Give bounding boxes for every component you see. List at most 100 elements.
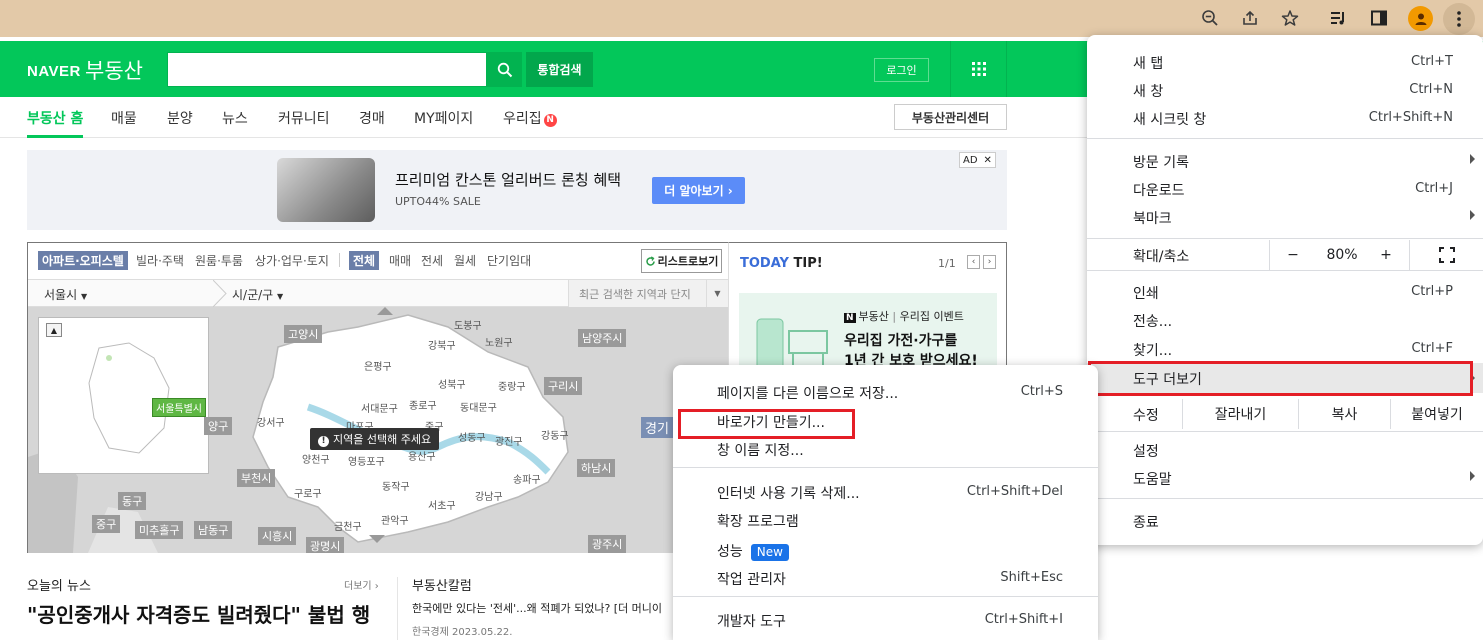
ad-banner[interactable]: 프리미엄 칸스톤 얼리버드 론칭 혜택 UPTO44% SALE 더 알아보기 … — [27, 150, 1007, 230]
menu-item-find[interactable]: 찾기... Ctrl+F — [1087, 335, 1483, 363]
zoom-out-button[interactable]: − — [1270, 240, 1316, 270]
region-label[interactable]: 미추홀구 — [135, 521, 184, 539]
submenu-item-task-manager[interactable]: 작업 관리자 Shift+Esc — [673, 564, 1098, 592]
nav-item-home[interactable]: 부동산 홈 — [27, 108, 83, 128]
recent-search-dropdown[interactable]: 최근 검색한 지역과 단지 ▼ — [568, 280, 728, 307]
region-label[interactable]: 부천시 — [237, 469, 276, 487]
region-label[interactable]: 고양시 — [284, 325, 323, 343]
district-label[interactable]: 송파구 — [513, 471, 541, 486]
district-label[interactable]: 용산구 — [408, 448, 436, 463]
apps-grid-button[interactable] — [950, 41, 1007, 97]
login-button[interactable]: 로그인 — [874, 58, 929, 82]
realestate-logo[interactable]: 부동산 — [85, 55, 143, 85]
gu-select[interactable]: 시/군/구 ▼ — [232, 286, 283, 303]
chrome-menu-button[interactable] — [1443, 3, 1475, 35]
tab-deal-short[interactable]: 단기임대 — [487, 252, 531, 269]
district-label[interactable]: 중랑구 — [498, 378, 526, 393]
menu-item-downloads[interactable]: 다운로드 Ctrl+J — [1087, 175, 1483, 203]
ad-cta-button[interactable]: 더 알아보기 › — [652, 177, 745, 204]
region-label[interactable]: 하남시 — [577, 459, 616, 477]
menu-item-settings[interactable]: 설정 — [1087, 436, 1483, 464]
tab-deal-sale[interactable]: 매매 — [389, 252, 411, 269]
district-label[interactable]: 동작구 — [382, 478, 410, 493]
tip-prev-button[interactable]: ‹ — [967, 255, 980, 269]
district-label[interactable]: 성북구 — [438, 376, 466, 391]
tip-next-button[interactable]: › — [983, 255, 996, 269]
fullscreen-button[interactable] — [1410, 240, 1483, 270]
submenu-item-save-as[interactable]: 페이지를 다른 이름으로 저장... Ctrl+S — [673, 378, 1098, 406]
district-label[interactable]: 도봉구 — [454, 317, 482, 332]
district-label[interactable]: 노원구 — [485, 334, 513, 349]
submenu-item-dev-tools[interactable]: 개발자 도구 Ctrl+Shift+I — [673, 606, 1098, 634]
menu-item-print[interactable]: 인쇄 Ctrl+P — [1087, 278, 1483, 306]
realestate-mgmt-button[interactable]: 부동산관리센터 — [894, 104, 1007, 130]
paste-button[interactable]: 붙여넣기 — [1390, 399, 1483, 429]
nav-item-listings[interactable]: 매물 — [111, 108, 137, 128]
side-panel-icon[interactable] — [1366, 5, 1392, 31]
map-canvas[interactable]: ▲ 서울특별시 고양시 남양주시 구리시 하남시 부천시 양구 동구 중구 미추… — [28, 307, 728, 553]
city-select[interactable]: 서울시 ▼ — [44, 286, 87, 303]
district-label[interactable]: 은평구 — [364, 358, 392, 373]
zoom-in-button[interactable]: + — [1368, 240, 1404, 270]
tab-deal-jeonse[interactable]: 전세 — [421, 252, 443, 269]
menu-item-new-window[interactable]: 새 창 Ctrl+N — [1087, 76, 1483, 104]
menu-item-new-tab[interactable]: 새 탭 Ctrl+T — [1087, 48, 1483, 76]
media-playlist-icon[interactable] — [1325, 5, 1351, 31]
search-button[interactable] — [487, 52, 522, 87]
menu-item-history[interactable]: 방문 기록 — [1087, 147, 1483, 175]
region-label[interactable]: 광주시 — [588, 535, 627, 553]
ad-close-icon[interactable]: ✕ — [984, 155, 992, 166]
zoom-icon[interactable] — [1197, 5, 1223, 31]
nav-item-mypage[interactable]: MY페이지 — [414, 108, 473, 128]
region-label[interactable]: 구리시 — [544, 377, 583, 395]
region-label[interactable]: 중구 — [92, 515, 121, 533]
district-label[interactable]: 광진구 — [495, 433, 523, 448]
naver-logo[interactable]: NAVER — [27, 63, 81, 80]
menu-item-cast[interactable]: 전송... — [1087, 306, 1483, 334]
profile-avatar-icon[interactable] — [1408, 6, 1433, 31]
district-label[interactable]: 동대문구 — [460, 399, 497, 414]
nav-item-ourhome[interactable]: 우리집 N — [503, 108, 557, 128]
nav-item-news[interactable]: 뉴스 — [222, 108, 248, 128]
district-label[interactable]: 성동구 — [458, 429, 486, 444]
integrated-search-button[interactable]: 통합검색 — [526, 52, 593, 87]
minimap-collapse-button[interactable]: ▲ — [46, 323, 62, 337]
region-label[interactable]: 동구 — [118, 492, 147, 510]
news-headline[interactable]: "공인중개사 자격증도 빌려줬다" 불법 행 — [27, 601, 387, 629]
region-label[interactable]: 경기 — [641, 417, 673, 438]
region-label[interactable]: 남동구 — [194, 521, 233, 539]
seoul-region-tag[interactable]: 서울특별시 — [152, 398, 206, 417]
tab-villa[interactable]: 빌라·주택 — [136, 252, 184, 269]
tab-apartment[interactable]: 아파트·오피스텔 — [38, 251, 128, 270]
nav-item-auction[interactable]: 경매 — [359, 108, 385, 128]
search-input[interactable] — [167, 52, 487, 87]
district-label[interactable]: 강동구 — [541, 427, 569, 442]
submenu-item-extensions[interactable]: 확장 프로그램 — [673, 506, 1098, 534]
tab-deal-monthly[interactable]: 월세 — [454, 252, 476, 269]
nav-item-presale[interactable]: 분양 — [167, 108, 193, 128]
region-label[interactable]: 시흥시 — [258, 527, 297, 545]
cut-button[interactable]: 잘라내기 — [1182, 399, 1298, 429]
submenu-item-clear-history[interactable]: 인터넷 사용 기록 삭제... Ctrl+Shift+Del — [673, 478, 1098, 506]
region-label[interactable]: 양구 — [204, 417, 233, 435]
minimap[interactable]: ▲ 서울특별시 — [38, 317, 209, 474]
submenu-item-performance[interactable]: 성능 New — [673, 536, 1098, 564]
district-label[interactable]: 서대문구 — [361, 400, 398, 415]
district-label[interactable]: 강북구 — [428, 337, 456, 352]
district-label[interactable]: 영등포구 — [348, 453, 385, 468]
district-label[interactable]: 종로구 — [409, 397, 437, 412]
menu-item-incognito[interactable]: 새 시크릿 창 Ctrl+Shift+N — [1087, 104, 1483, 132]
tab-oneroom[interactable]: 원룸·투룸 — [195, 252, 243, 269]
district-label[interactable]: 서초구 — [428, 497, 456, 512]
news-more-link[interactable]: 더보기 › — [344, 577, 379, 592]
menu-item-bookmarks[interactable]: 북마크 — [1087, 203, 1483, 231]
tab-commercial[interactable]: 상가·업무·토지 — [255, 252, 329, 269]
column-item-link[interactable]: 한국에만 있다는 '전세'...왜 적폐가 되었나? [더 머니이 — [412, 600, 662, 616]
district-label[interactable]: 양천구 — [302, 451, 330, 466]
submenu-item-name-window[interactable]: 창 이름 지정... — [673, 435, 1098, 463]
share-icon[interactable] — [1237, 5, 1263, 31]
menu-item-exit[interactable]: 종료 — [1087, 507, 1483, 535]
district-label[interactable]: 구로구 — [294, 485, 322, 500]
district-label[interactable]: 강남구 — [475, 488, 503, 503]
menu-item-help[interactable]: 도움말 — [1087, 464, 1483, 492]
